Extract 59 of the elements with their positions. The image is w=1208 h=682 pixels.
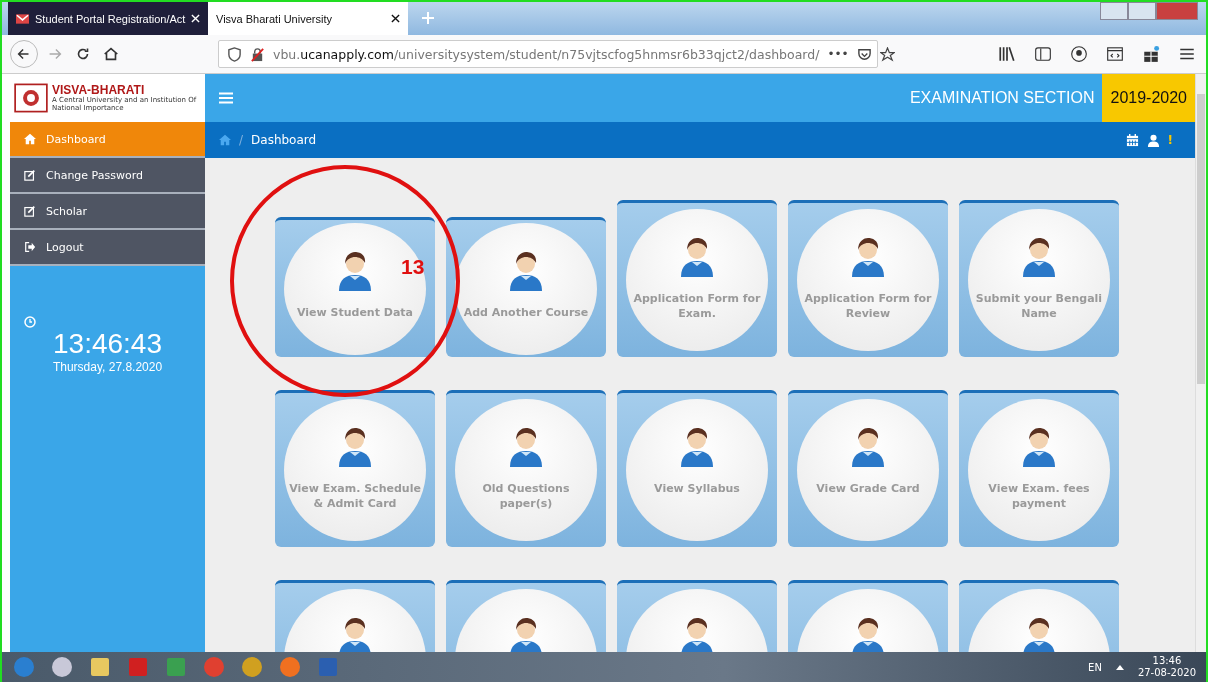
pocket-icon[interactable] xyxy=(856,46,872,62)
page-actions-menu[interactable]: ••• xyxy=(827,47,849,61)
section-title: EXAMINATION SECTION xyxy=(909,89,1095,107)
tile-label: View Grade Card xyxy=(815,481,921,497)
tile-label: Submit your Bengali Name xyxy=(974,291,1104,322)
menu-tile[interactable]: Application Form for Exam. xyxy=(617,200,777,357)
scrollbar[interactable] xyxy=(1195,74,1206,652)
logout-icon xyxy=(24,241,36,253)
tile-label: View Syllabus xyxy=(653,481,741,497)
annotation-number: 13 xyxy=(401,255,425,279)
sidebar-item[interactable]: Dashboard xyxy=(10,122,205,158)
edit-icon xyxy=(24,205,36,217)
url-text: vbu.ucanapply.com/universitysystem/student/n75vjtscfog5hnmsr6b33qjct2/dashboard/ xyxy=(273,46,820,62)
clock-icon xyxy=(24,316,36,328)
sidebar-item[interactable]: Logout xyxy=(10,230,205,266)
taskbar-date: 27-08-2020 xyxy=(1137,667,1196,679)
menu-tile[interactable]: View Syllabus xyxy=(617,390,777,547)
home-icon xyxy=(24,133,36,145)
menu-tile[interactable]: View Exam. Schedule & Admit Card xyxy=(275,390,435,547)
shield-icon xyxy=(227,46,242,62)
tile-label: View Exam. Schedule & Admit Card xyxy=(288,481,422,512)
language-indicator[interactable]: EN xyxy=(1088,661,1102,673)
tile-label: View Student Data xyxy=(295,304,414,320)
tray-arrow-icon[interactable] xyxy=(1115,664,1124,670)
sidebar-item[interactable]: Scholar xyxy=(10,194,205,230)
account-icon[interactable] xyxy=(1068,43,1090,65)
session-badge: 2019-2020 xyxy=(1102,74,1195,122)
breadcrumb-separator: / xyxy=(239,133,244,147)
star-icon[interactable] xyxy=(879,46,895,62)
menu-tile[interactable]: View Exam. fees payment xyxy=(959,390,1119,547)
clock-date: Thursday, 27.8.2020 xyxy=(52,360,163,374)
taskbar-app-icon[interactable] xyxy=(240,655,264,679)
breadcrumb-item: Dashboard xyxy=(251,133,317,147)
edit-icon xyxy=(24,169,36,181)
taskbar-app-icon[interactable] xyxy=(88,655,112,679)
menu-tile[interactable]: Application Form for Review xyxy=(788,200,948,357)
tile-label: Application Form for Exam. xyxy=(632,291,762,322)
window-controls[interactable] xyxy=(1100,2,1198,20)
tile-label: Application Form for Review xyxy=(803,291,933,322)
menu-tile[interactable]: Submit your Bengali Name xyxy=(959,200,1119,357)
tile-label: View Exam. fees payment xyxy=(987,481,1091,512)
close-icon[interactable] xyxy=(391,14,400,23)
menu-tile[interactable]: View Grade Card xyxy=(788,390,948,547)
alert-mark[interactable]: ! xyxy=(1167,133,1173,147)
menu-tile[interactable]: Old Questions paper(s) xyxy=(446,390,606,547)
menu-tile[interactable]: Add Another Course xyxy=(446,217,606,357)
taskbar-app-icon[interactable] xyxy=(50,655,74,679)
envelope-icon xyxy=(16,13,29,24)
insecure-lock-icon xyxy=(250,46,265,62)
sidebar-item[interactable]: Change Password xyxy=(10,158,205,194)
tile-label: Old Questions paper(s) xyxy=(481,481,571,512)
browser-tab[interactable]: Student Portal Registration/Act xyxy=(8,2,208,35)
tile-label: Add Another Course xyxy=(462,304,590,320)
clock-time: 13:46:43 xyxy=(53,328,162,360)
seal-icon xyxy=(14,83,48,113)
calendar-icon[interactable] xyxy=(1125,133,1139,147)
user-icon[interactable] xyxy=(1146,133,1160,147)
browser-tab[interactable]: Visva Bharati University xyxy=(208,2,408,35)
taskbar-time: 13:46 xyxy=(1152,655,1182,667)
